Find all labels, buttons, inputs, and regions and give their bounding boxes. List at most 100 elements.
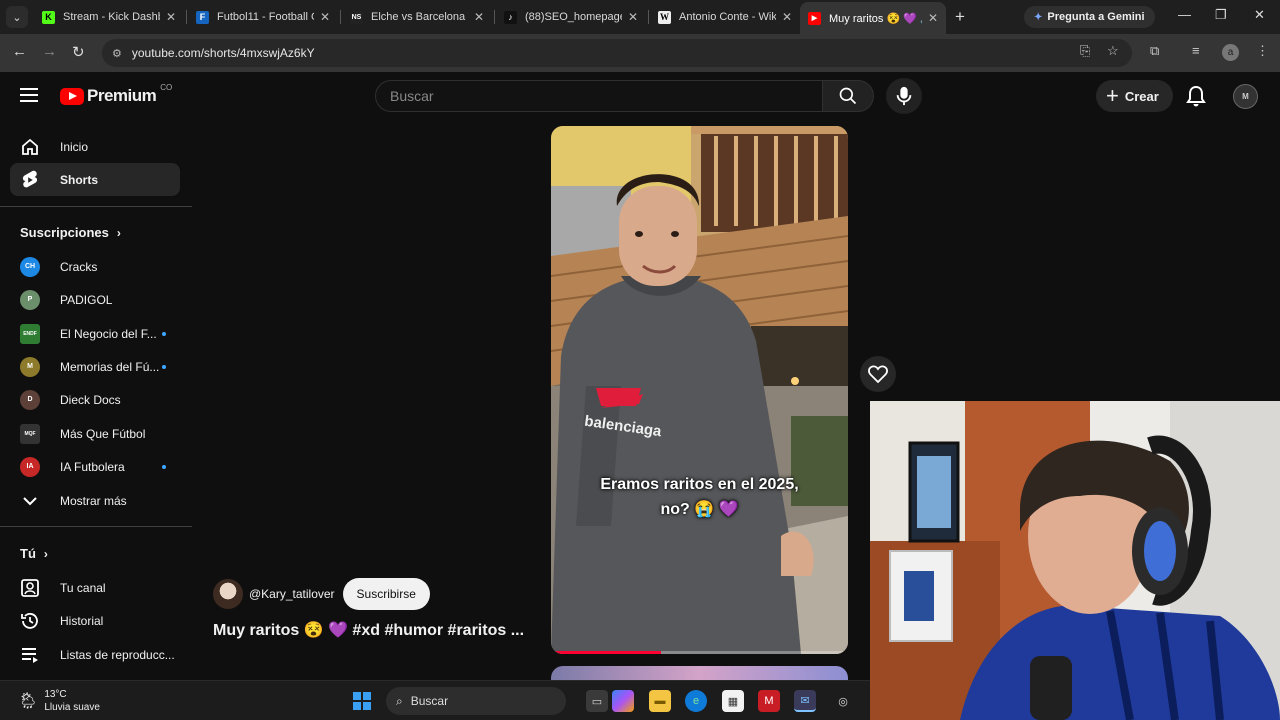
news-icon: NS	[350, 10, 363, 24]
subscriptions-heading[interactable]: Suscripciones ›	[20, 225, 121, 240]
channel-avatar: P	[20, 289, 40, 310]
tab-futbol11[interactable]: F Futbol11 - Football G ✕	[188, 4, 338, 30]
menu-icon[interactable]	[20, 88, 38, 102]
short-progress-bar[interactable]	[551, 651, 848, 654]
new-tab-button[interactable]: +	[955, 7, 965, 27]
playlist-icon	[20, 645, 40, 665]
sidebar-item-el-negocio[interactable]: ENDF El Negocio del F...	[10, 317, 180, 350]
microphone-icon	[896, 86, 912, 106]
search-button[interactable]	[822, 80, 874, 112]
youtube-premium-logo[interactable]: Premium CO	[60, 83, 172, 106]
short-progress-fill	[551, 651, 661, 654]
window-close-button[interactable]: ✕	[1254, 7, 1265, 23]
file-explorer-icon[interactable]: ▬	[649, 690, 671, 712]
youtube-play-icon	[60, 87, 84, 105]
voice-search-button[interactable]	[886, 78, 922, 114]
url-text: youtube.com/shorts/4mxswjAz6kY	[131, 46, 315, 60]
youtube-header: Premium CO Buscar + Crear M	[0, 72, 1280, 120]
author-avatar[interactable]	[213, 579, 243, 609]
show-more-button[interactable]: Mostrar más	[10, 484, 180, 517]
subscribe-button[interactable]: Suscribirse	[342, 578, 430, 610]
channel-avatar: CH	[20, 256, 40, 277]
media-controls-icon[interactable]: ≡	[1192, 43, 1200, 58]
sidebar-item-mas-que-futbol[interactable]: MQF Más Que Fútbol	[10, 417, 180, 450]
youtube-icon: ▶	[808, 11, 821, 25]
site-info-icon[interactable]: ⚙	[112, 47, 122, 60]
notifications-bell-icon[interactable]	[1186, 85, 1206, 112]
webcam-overlay	[870, 401, 1280, 720]
short-video-player[interactable]: balenciaga Eramos raritos en el 2025, no…	[551, 126, 848, 654]
history-icon	[20, 611, 40, 631]
account-avatar[interactable]: M	[1233, 84, 1258, 109]
sidebar-item-dieck-docs[interactable]: D Dieck Docs	[10, 383, 180, 416]
close-icon[interactable]: ✕	[928, 11, 938, 25]
new-content-dot	[162, 331, 166, 336]
edge-browser-icon[interactable]: e	[685, 690, 707, 712]
address-bar[interactable]: ⚙ youtube.com/shorts/4mxswjAz6kY	[102, 39, 1132, 67]
sidebar: Inicio Shorts Suscripciones › CH Cracks …	[0, 120, 192, 680]
outlook-icon[interactable]: ✉	[794, 690, 816, 712]
back-arrow-icon[interactable]: ←	[12, 43, 27, 60]
sidebar-item-playlists[interactable]: Listas de reproducc...	[10, 638, 180, 671]
close-icon[interactable]: ✕	[166, 10, 176, 24]
browser-menu-icon[interactable]: ⋮	[1256, 43, 1269, 59]
search-input[interactable]: Buscar	[375, 80, 823, 112]
minimize-button[interactable]: —	[1178, 7, 1191, 22]
sidebar-item-inicio[interactable]: Inicio	[10, 130, 180, 163]
sidebar-item-padigol[interactable]: P PADIGOL	[10, 283, 180, 316]
task-view-icon[interactable]: ▭	[586, 690, 608, 712]
create-button[interactable]: + Crear	[1096, 80, 1173, 112]
reload-icon[interactable]: ↻	[72, 43, 85, 61]
install-app-icon[interactable]: ⎘	[1080, 43, 1090, 59]
browser-toolbar: ← → ↻ ⚙ youtube.com/shorts/4mxswjAz6kY ⎘…	[0, 34, 1280, 72]
windows-start-icon[interactable]	[353, 692, 371, 710]
channel-avatar: ENDF	[20, 323, 40, 344]
short-title[interactable]: Muy raritos 😵 💜 #xd #humor #raritos ...	[213, 620, 524, 640]
like-button[interactable]	[860, 356, 896, 392]
chevron-down-icon	[20, 491, 40, 511]
channel-avatar: M	[20, 356, 40, 377]
browser-profile-avatar[interactable]: a	[1222, 44, 1239, 61]
gemini-icon: ✦	[1034, 11, 1043, 23]
plus-icon: +	[1106, 83, 1119, 108]
tab-kick[interactable]: K Stream - Kick Dashb ✕	[34, 4, 184, 30]
close-icon[interactable]: ✕	[474, 10, 484, 24]
maximize-button[interactable]: ❐	[1215, 7, 1227, 23]
wikipedia-icon: W	[658, 10, 671, 24]
shorts-icon	[20, 170, 40, 190]
sidebar-item-ia-futbolera[interactable]: IA IA Futbolera	[10, 450, 180, 483]
taskbar-search-input[interactable]: ⌕ Buscar	[386, 687, 566, 715]
sidebar-item-cracks[interactable]: CH Cracks	[10, 250, 180, 283]
short-author-row: @Kary_tatilover Suscribirse	[213, 578, 430, 610]
chevron-right-icon: ›	[43, 546, 48, 561]
tab-youtube-active[interactable]: ▶ Muy raritos 😵 💜 🔊 ✕	[800, 2, 946, 34]
you-heading[interactable]: Tú ›	[20, 546, 48, 561]
search-icon: ⌕	[396, 693, 403, 708]
video-frame: balenciaga	[551, 126, 848, 654]
author-handle[interactable]: @Kary_tatilover	[249, 587, 335, 601]
sidebar-item-shorts[interactable]: Shorts	[10, 163, 180, 196]
tab-tiktok[interactable]: ♪ (88)SEO_homepage_ ✕	[496, 4, 646, 30]
bookmark-star-icon[interactable]: ☆	[1107, 43, 1119, 59]
close-icon[interactable]: ✕	[628, 10, 638, 24]
heart-icon	[868, 365, 888, 383]
webcam-image	[870, 401, 1280, 720]
close-icon[interactable]: ✕	[320, 10, 330, 24]
new-content-dot	[162, 364, 166, 369]
sidebar-item-historial[interactable]: Historial	[10, 604, 180, 637]
extensions-icon[interactable]: ⧉	[1150, 43, 1159, 59]
close-icon[interactable]: ✕	[782, 10, 792, 24]
gemini-button[interactable]: ✦ Pregunta a Gemini	[1024, 6, 1155, 28]
microsoft-store-icon[interactable]: ▦	[722, 690, 744, 712]
weather-widget[interactable]: 🌦 13°C Lluvia suave	[18, 688, 100, 714]
search-icon	[839, 87, 857, 105]
sidebar-item-tu-canal[interactable]: Tu canal	[10, 571, 180, 604]
tab-wikipedia[interactable]: W Antonio Conte - Wiki ✕	[650, 4, 800, 30]
copilot-icon[interactable]	[612, 690, 634, 712]
tab-elche-barcelona[interactable]: NS Elche vs Barcelona - ✕	[342, 4, 492, 30]
forward-arrow-icon[interactable]: →	[42, 43, 57, 60]
tab-search-button[interactable]: ⌄	[6, 6, 28, 28]
sidebar-item-memorias[interactable]: M Memorias del Fú...	[10, 350, 180, 383]
chrome-app-icon[interactable]: ◎	[832, 690, 854, 712]
mcafee-icon[interactable]: M	[758, 690, 780, 712]
